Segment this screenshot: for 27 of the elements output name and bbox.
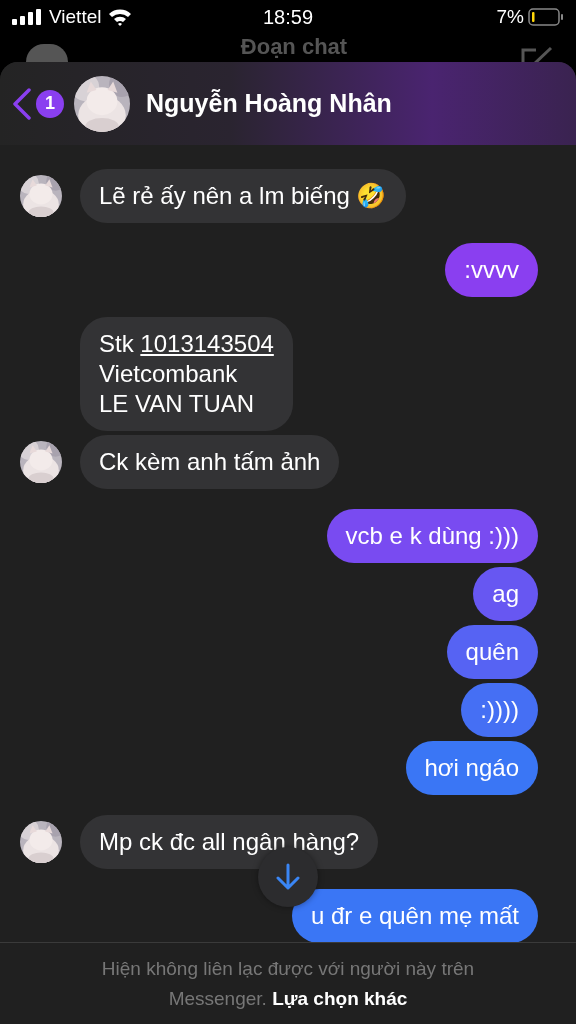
screen-title: Đoạn chat (240, 34, 348, 60)
back-chevron-icon (12, 87, 32, 120)
back-button[interactable]: 1 (12, 87, 64, 120)
sent-message: vcb e k dùng :))) (326, 509, 538, 563)
sent-message: :)))) (461, 683, 538, 737)
battery-icon (528, 8, 564, 26)
received-message: Ck kèm anh tấm ảnh (80, 435, 340, 489)
wifi-icon (108, 8, 133, 26)
down-arrow-icon (276, 863, 300, 891)
carrier-name: Viettel (49, 6, 102, 28)
received-message: Lẽ rẻ ấy nên a lm biếng 🤣 (80, 169, 406, 223)
sent-message: u đr e quên mẹ mất (291, 889, 538, 942)
other-options-link[interactable]: Lựa chọn khác (272, 987, 408, 1009)
sent-message: hơi ngáo (405, 741, 538, 795)
signal-icon (12, 9, 42, 25)
sent-message: ag (473, 567, 538, 621)
contact-name[interactable]: Nguyễn Hoàng Nhân (146, 89, 392, 118)
sent-message: quên (446, 625, 538, 679)
received-message: Stk 1013143504 Vietcombank LE VAN TUAN (80, 317, 293, 431)
unread-badge: 1 (36, 89, 64, 118)
unavailable-notice: Hiện không liên lạc được với người này trên Messenger. Lựa chọn khác (100, 956, 476, 1011)
compose-icon[interactable] (520, 46, 554, 62)
received-message: Mp ck đc all ngân hàng? (80, 815, 379, 869)
battery-percent: 7% (496, 6, 524, 28)
clock-time: 18:59 (262, 5, 314, 29)
profile-avatar[interactable] (26, 44, 68, 62)
sent-message: :vvvv (445, 243, 538, 297)
